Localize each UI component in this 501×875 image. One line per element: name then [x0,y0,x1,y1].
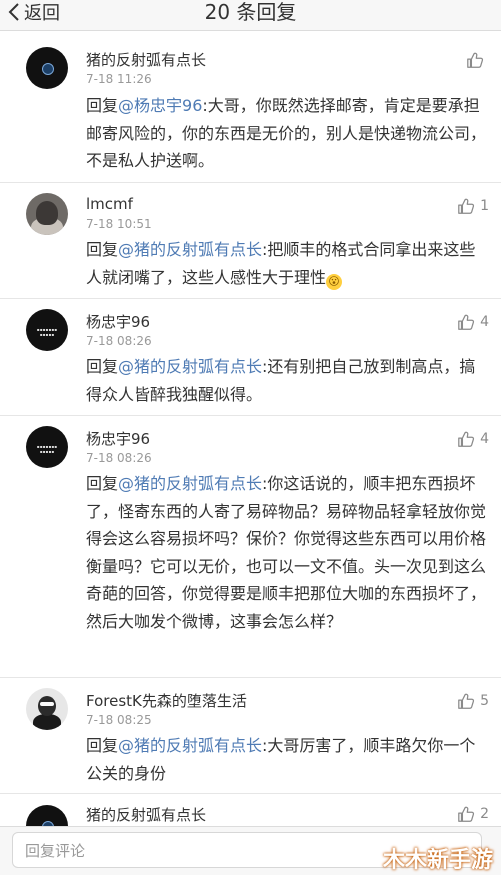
comment-text: 回复@猪的反射弧有点长:你这话说的，顺丰把东西损坏了，怪寄东西的人寄了易碎物品？… [86,470,488,636]
comment-time: 7-18 08:26 [86,451,152,465]
reply-prefix: 回复 [86,736,119,755]
comment-item: lmcmf 7-18 10:51 1 回复@猪的反射弧有点长:把顺丰的格式合同拿… [0,183,501,299]
comment-time: 7-18 08:26 [86,334,152,348]
like-count: 4 [480,314,489,330]
comment-author[interactable]: 猪的反射弧有点长 [86,49,206,70]
surprised-emoji-icon: 😮 [326,273,343,290]
comment-item: 猪的反射弧有点长 7-18 11:26 回复@杨忠宇96:大哥，你既然选择邮寄，… [0,31,501,183]
avatar-image-detail [38,696,56,716]
avatar-image-glasses [40,702,54,706]
avatar[interactable] [26,193,68,235]
comment-text: 回复@猪的反射弧有点长:还有别把自己放到制高点，搞得众人皆醉我独醒似得。 [86,353,488,408]
thumbs-up-icon [467,52,484,68]
reply-prefix: 回复 [86,474,119,493]
thumbs-up-icon [458,693,475,709]
thumbs-up-icon [458,431,475,447]
nav-bar: 返回 20 条回复 [0,0,501,31]
comment-text: 回复@猪的反射弧有点长:大哥厉害了，顺丰路欠你一个公关的身份 [86,732,488,787]
like-count: 5 [480,693,489,709]
comment-time: 7-18 08:25 [86,713,152,727]
like-button[interactable]: 2 [457,805,489,823]
avatar[interactable] [26,805,68,826]
page-title: 20 条回复 [204,0,297,24]
comment-item: ForestK先森的堕落生活 7-18 08:25 5 回复@猪的反射弧有点长:… [0,678,501,794]
comment-time: 7-18 10:51 [86,217,152,231]
reply-prefix: 回复 [86,357,119,376]
avatar-image-detail [36,201,58,225]
reply-prefix: 回复 [86,96,119,115]
comment-author[interactable]: ForestK先森的堕落生活 [86,690,247,711]
comment-list[interactable]: 猪的反射弧有点长 7-18 11:26 回复@杨忠宇96:大哥，你既然选择邮寄，… [0,31,501,826]
comment-item: ▪▪▪▪▪▪▪ ▪▪▪▪▪ 杨忠宇96 7-18 08:26 4 回复@猪的反射弧… [0,416,501,678]
mention-link[interactable]: @猪的反射弧有点长 [118,357,262,376]
thumbs-up-icon [458,198,475,214]
comment-author[interactable]: 杨忠宇96 [86,311,150,332]
comment-author[interactable]: 杨忠宇96 [86,428,150,449]
avatar-logo-icon [42,63,54,75]
thumbs-up-icon [458,314,475,330]
avatar[interactable] [26,688,68,730]
mention-link[interactable]: @杨忠宇96 [118,96,202,115]
comment-author[interactable]: 猪的反射弧有点长 [86,804,206,825]
mention-link[interactable]: @猪的反射弧有点长 [118,240,262,259]
comment-text: 回复@猪的反射弧有点长:把顺丰的格式合同拿出来这些人就闭嘴了，这些人感性大于理性… [86,236,488,291]
avatar[interactable]: ▪▪▪▪▪▪▪ ▪▪▪▪▪ [26,309,68,351]
comment-text: 回复@杨忠宇96:大哥，你既然选择邮寄，肯定是要承担邮寄风险的，你的东西是无价的… [86,92,488,175]
avatar-image [33,714,61,730]
comment-time: 7-18 11:26 [86,72,152,86]
mention-link[interactable]: @猪的反射弧有点长 [118,736,262,755]
like-button[interactable]: 5 [457,692,489,710]
like-button[interactable] [466,51,489,69]
avatar-image: ▪▪▪▪▪▪▪ ▪▪▪▪▪ [36,327,58,337]
like-button[interactable]: 4 [457,430,489,448]
mention-link[interactable]: @猪的反射弧有点长 [118,474,262,493]
comment-body: :你这话说的，顺丰把东西损坏了，怪寄东西的人寄了易碎物品？易碎物品轻拿轻放你觉得… [86,474,487,631]
like-count: 1 [480,198,489,214]
like-count: 2 [480,806,489,822]
watermark: 木木新手游 [382,848,493,873]
thumbs-up-icon [458,806,475,822]
comment-author[interactable]: lmcmf [86,195,133,213]
like-count: 4 [480,431,489,447]
avatar[interactable]: ▪▪▪▪▪▪▪ ▪▪▪▪▪ [26,426,68,468]
like-button[interactable]: 1 [457,197,489,215]
comment-item: 猪的反射弧有点长 2 [0,794,501,826]
like-button[interactable]: 4 [457,313,489,331]
avatar-image: ▪▪▪▪▪▪▪ ▪▪▪▪▪ [36,444,58,454]
avatar[interactable] [26,47,68,89]
reply-prefix: 回复 [86,240,119,259]
comment-item: ▪▪▪▪▪▪▪ ▪▪▪▪▪ 杨忠宇96 7-18 08:26 4 回复@猪的反射弧… [0,299,501,416]
